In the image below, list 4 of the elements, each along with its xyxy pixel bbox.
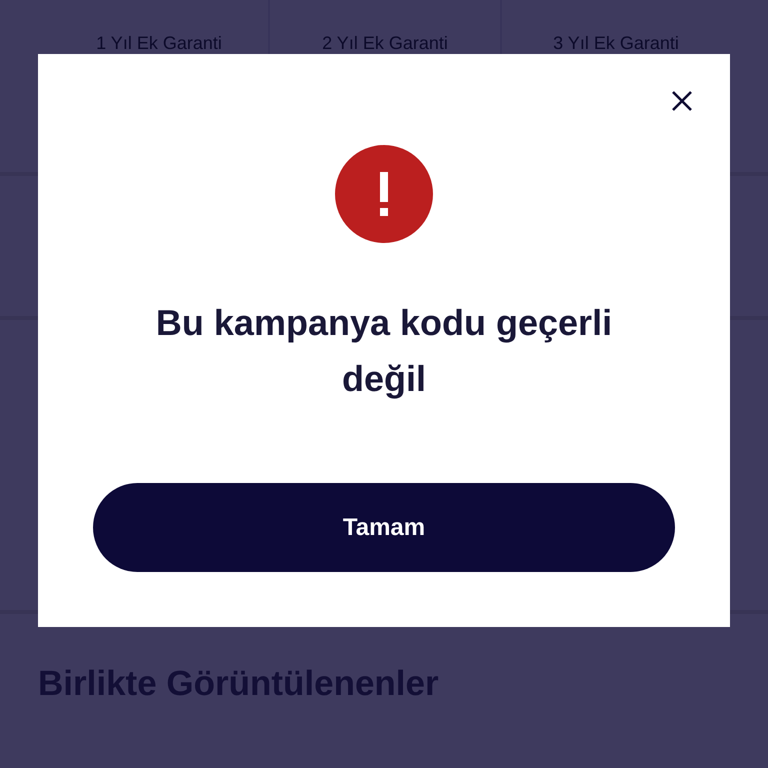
ok-button[interactable]: Tamam bbox=[93, 483, 675, 572]
alert-icon bbox=[335, 145, 433, 243]
error-message: Bu kampanya kodu geçerli değil bbox=[154, 301, 614, 401]
close-icon[interactable] bbox=[670, 89, 694, 113]
